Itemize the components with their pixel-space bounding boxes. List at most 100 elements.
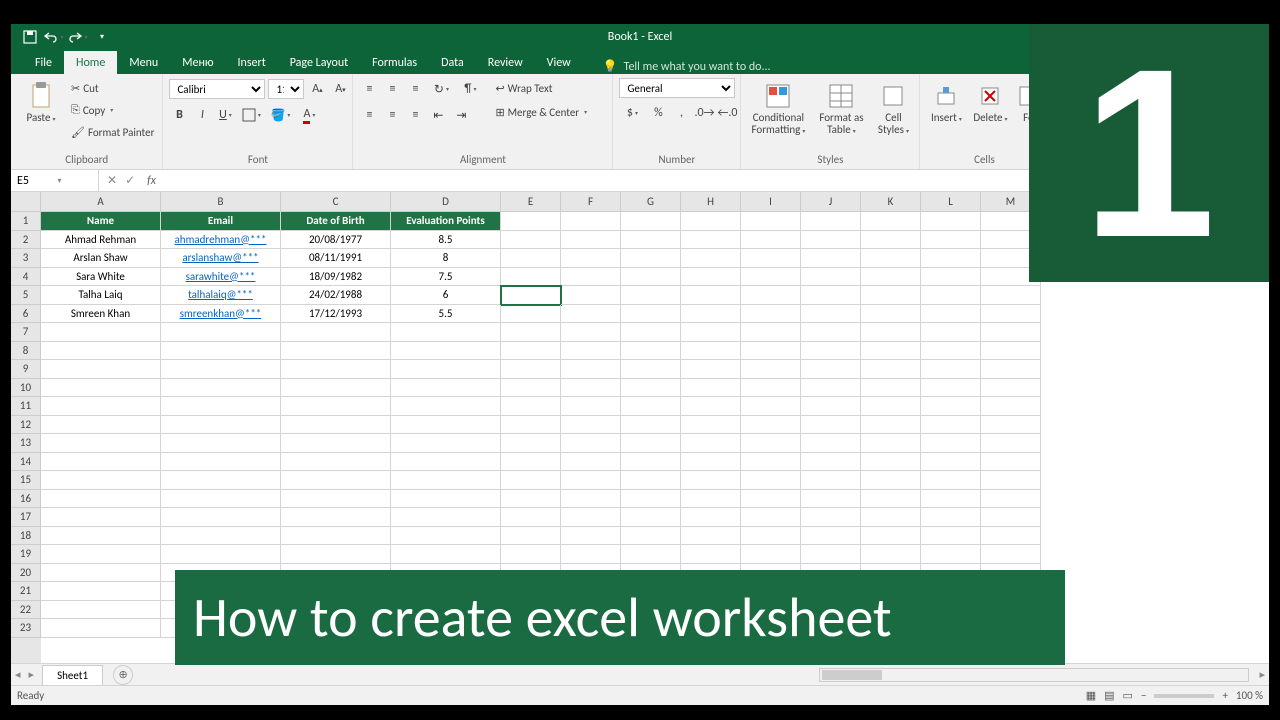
cell[interactable] (741, 508, 801, 527)
tab-formulas[interactable]: Formulas (360, 51, 429, 74)
cell[interactable] (801, 360, 861, 379)
cell[interactable] (861, 249, 921, 268)
cell[interactable] (801, 545, 861, 564)
cell[interactable] (391, 490, 501, 509)
cell[interactable] (801, 231, 861, 250)
cell[interactable] (801, 416, 861, 435)
cell[interactable] (391, 379, 501, 398)
cell[interactable]: 5.5 (391, 305, 501, 324)
cell[interactable] (161, 490, 281, 509)
select-all-corner[interactable] (11, 192, 41, 212)
align-bottom-button[interactable]: ≡ (405, 79, 425, 99)
cell[interactable] (561, 212, 621, 231)
cell[interactable] (561, 231, 621, 250)
row-header[interactable]: 17 (11, 508, 41, 527)
cell[interactable] (861, 527, 921, 546)
format-painter-button[interactable]: 🖌Format Painter (69, 122, 156, 142)
cell[interactable]: Date of Birth (281, 212, 391, 231)
cell[interactable] (281, 453, 391, 472)
cell[interactable] (741, 379, 801, 398)
cell[interactable]: Sara White (41, 268, 161, 287)
cell[interactable] (921, 397, 981, 416)
tab-home[interactable]: Home (64, 51, 117, 74)
cell[interactable] (921, 212, 981, 231)
cell[interactable]: Talha Laiq (41, 286, 161, 305)
cell[interactable] (161, 379, 281, 398)
cell[interactable] (161, 342, 281, 361)
cell[interactable] (391, 360, 501, 379)
cell[interactable] (741, 545, 801, 564)
undo-button[interactable] (43, 26, 65, 48)
cell[interactable] (861, 379, 921, 398)
cell[interactable] (861, 286, 921, 305)
cell[interactable] (41, 379, 161, 398)
cell[interactable] (391, 397, 501, 416)
cell[interactable] (41, 453, 161, 472)
horizontal-scrollbar[interactable] (819, 668, 1249, 682)
tab-menu[interactable]: Menu (117, 51, 170, 74)
cell[interactable] (981, 471, 1041, 490)
cell[interactable] (161, 471, 281, 490)
cell[interactable]: Ahmad Rehman (41, 231, 161, 250)
cell[interactable] (501, 212, 561, 231)
cell[interactable] (801, 342, 861, 361)
cell[interactable] (861, 490, 921, 509)
cell[interactable] (501, 397, 561, 416)
cell[interactable] (921, 490, 981, 509)
cell[interactable] (861, 453, 921, 472)
cell[interactable] (741, 453, 801, 472)
cell[interactable] (391, 527, 501, 546)
font-size-select[interactable]: 11 (268, 79, 304, 99)
tab-page-layout[interactable]: Page Layout (278, 51, 360, 74)
cell[interactable] (741, 490, 801, 509)
cell[interactable] (501, 490, 561, 509)
cell[interactable] (281, 508, 391, 527)
save-icon[interactable] (19, 26, 41, 48)
cell[interactable] (861, 360, 921, 379)
tab-review[interactable]: Review (476, 51, 535, 74)
cell[interactable] (391, 545, 501, 564)
column-header[interactable]: C (281, 192, 391, 212)
prev-sheet-button[interactable]: ◂ (11, 668, 25, 681)
cell[interactable] (501, 508, 561, 527)
comma-button[interactable]: , (671, 103, 691, 123)
column-header[interactable]: E (501, 192, 561, 212)
cell[interactable] (621, 490, 681, 509)
cell[interactable]: 20/08/1977 (281, 231, 391, 250)
cell[interactable] (981, 527, 1041, 546)
column-header[interactable]: B (161, 192, 281, 212)
cell[interactable]: 7.5 (391, 268, 501, 287)
cell[interactable] (681, 508, 741, 527)
cell[interactable] (161, 508, 281, 527)
cell[interactable] (921, 323, 981, 342)
cell[interactable] (41, 360, 161, 379)
percent-button[interactable]: % (648, 103, 668, 123)
cell[interactable] (741, 249, 801, 268)
cell[interactable] (981, 453, 1041, 472)
cell[interactable] (501, 434, 561, 453)
next-sheet-button[interactable]: ▸ (25, 668, 39, 681)
cell[interactable] (41, 564, 161, 583)
cell[interactable] (621, 231, 681, 250)
view-normal-icon[interactable]: ▦ (1086, 689, 1096, 702)
cell[interactable] (801, 249, 861, 268)
cell[interactable]: smreenkhan@*** (161, 305, 281, 324)
column-header[interactable]: G (621, 192, 681, 212)
cell[interactable] (391, 471, 501, 490)
cell[interactable] (801, 453, 861, 472)
cell[interactable] (501, 249, 561, 268)
tab-file[interactable]: File (23, 51, 64, 74)
row-header[interactable]: 21 (11, 582, 41, 601)
cell[interactable]: 17/12/1993 (281, 305, 391, 324)
cell[interactable]: Arslan Shaw (41, 249, 161, 268)
cell[interactable] (621, 453, 681, 472)
cell[interactable]: Name (41, 212, 161, 231)
cell[interactable] (981, 305, 1041, 324)
view-page-break-icon[interactable]: ▭ (1123, 689, 1133, 702)
cell[interactable] (621, 323, 681, 342)
align-middle-button[interactable]: ≡ (382, 79, 402, 99)
cell[interactable] (741, 397, 801, 416)
cell-styles-button[interactable]: Cell Styles (873, 78, 913, 138)
align-right-button[interactable]: ≡ (405, 105, 425, 125)
cell[interactable] (801, 508, 861, 527)
